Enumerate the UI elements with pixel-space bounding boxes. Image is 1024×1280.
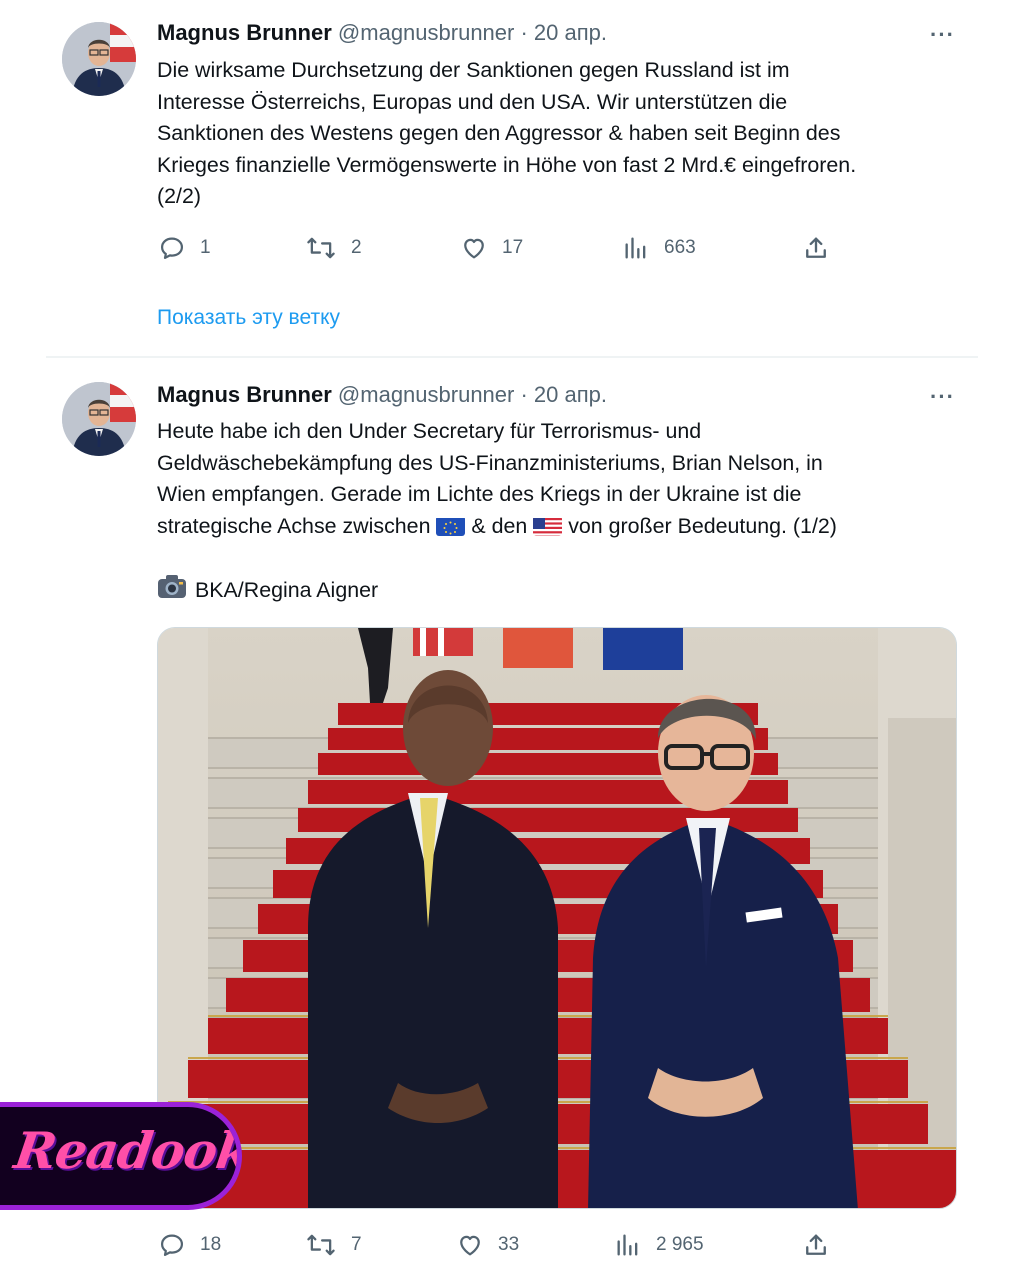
share-button[interactable] <box>802 1228 830 1262</box>
tweet-text: Heute habe ich den Under Secretary für T… <box>157 416 967 542</box>
tweet-header: Magnus Brunner @magnusbrunner · 20 апр. <box>157 382 607 412</box>
tweet-photo[interactable] <box>157 627 957 1209</box>
like-button[interactable]: 17 <box>460 231 523 265</box>
photo-credit: BKA/Regina Aigner <box>157 574 378 606</box>
views-chart-icon <box>625 237 646 259</box>
tweet-date[interactable]: · 20 апр. <box>520 382 607 407</box>
reply-button[interactable]: 1 <box>158 231 211 265</box>
retweet-icon <box>307 237 335 259</box>
tweet-text-fragment: strategische Achse zwischen <box>157 513 431 538</box>
views-count: 663 <box>664 237 696 258</box>
retweet-button[interactable]: 2 <box>305 231 362 265</box>
share-button[interactable] <box>802 231 830 265</box>
retweet-count: 7 <box>351 1234 362 1255</box>
share-icon <box>806 1234 826 1255</box>
heart-icon <box>460 1235 480 1256</box>
views-button[interactable]: 663 <box>622 231 696 265</box>
tweet-1[interactable]: Magnus Brunner @magnusbrunner · 20 апр. … <box>0 0 1024 356</box>
tweet-text-fragment: von großer Bedeutung. (1/2) <box>568 513 837 538</box>
tweet-actions: 1 2 17 663 <box>0 231 1024 265</box>
author-name[interactable]: Magnus Brunner <box>157 382 332 407</box>
tweet-date[interactable]: · 20 апр. <box>520 20 607 45</box>
camera-icon <box>157 574 187 606</box>
more-options-icon[interactable]: ··· <box>930 22 955 48</box>
reply-icon <box>160 1234 184 1257</box>
like-button[interactable]: 33 <box>456 1228 519 1262</box>
eu-flag-emoji <box>436 516 466 536</box>
retweet-icon <box>307 1234 335 1256</box>
author-handle[interactable]: @magnusbrunner <box>338 382 514 407</box>
tweet-text-line: Geldwäschebekämpfung des US-Finanzminist… <box>157 450 823 475</box>
tweet-text-line: strategische Achse zwischen & den von gr… <box>157 511 967 543</box>
reply-count: 1 <box>200 237 211 258</box>
reply-count: 18 <box>200 1234 222 1255</box>
views-count: 2 965 <box>656 1234 704 1255</box>
tweet-text-line: Wien empfangen. Gerade im Lichte des Kri… <box>157 482 802 507</box>
reply-icon <box>160 237 184 260</box>
retweet-count: 2 <box>351 237 362 258</box>
tweet-text-line: Krieges finanzielle Vermögenswerte in Hö… <box>157 152 857 177</box>
tweet-header: Magnus Brunner @magnusbrunner · 20 апр. <box>157 20 607 50</box>
like-count: 33 <box>498 1234 520 1255</box>
author-avatar[interactable] <box>62 382 136 456</box>
tweet-text-line: Interesse Österreichs, Europas und den U… <box>157 89 788 114</box>
photo-credit-text: BKA/Regina Aigner <box>195 577 379 602</box>
heart-icon <box>464 238 484 259</box>
tweet-text-fragment: & den <box>471 513 528 538</box>
tweet-text-line: Sanktionen des Westens gegen den Aggress… <box>157 121 841 146</box>
show-thread-link[interactable]: Показать эту ветку <box>157 306 340 330</box>
tweet-text-line: (2/2) <box>157 184 201 209</box>
author-name[interactable]: Magnus Brunner <box>157 20 332 45</box>
views-button[interactable]: 2 965 <box>614 1228 704 1262</box>
author-handle[interactable]: @magnusbrunner <box>338 20 514 45</box>
retweet-button[interactable]: 7 <box>305 1228 362 1262</box>
watermark-text: Readooka <box>10 1121 242 1180</box>
views-chart-icon <box>617 1234 638 1256</box>
like-count: 17 <box>502 237 524 258</box>
more-options-icon[interactable]: ··· <box>930 384 955 410</box>
author-avatar[interactable] <box>62 22 136 96</box>
tweet-text-line: Heute habe ich den Under Secretary für T… <box>157 419 702 443</box>
share-icon <box>806 237 826 258</box>
tweet-text: Die wirksame Durchsetzung der Sanktionen… <box>157 55 967 213</box>
us-flag-emoji <box>533 516 563 536</box>
readooka-watermark-logo: Readooka <box>0 1102 242 1210</box>
tweet-actions: 18 7 33 2 965 <box>0 1228 1024 1262</box>
reply-button[interactable]: 18 <box>158 1228 221 1262</box>
tweet-text-line: Die wirksame Durchsetzung der Sanktionen… <box>157 58 790 82</box>
